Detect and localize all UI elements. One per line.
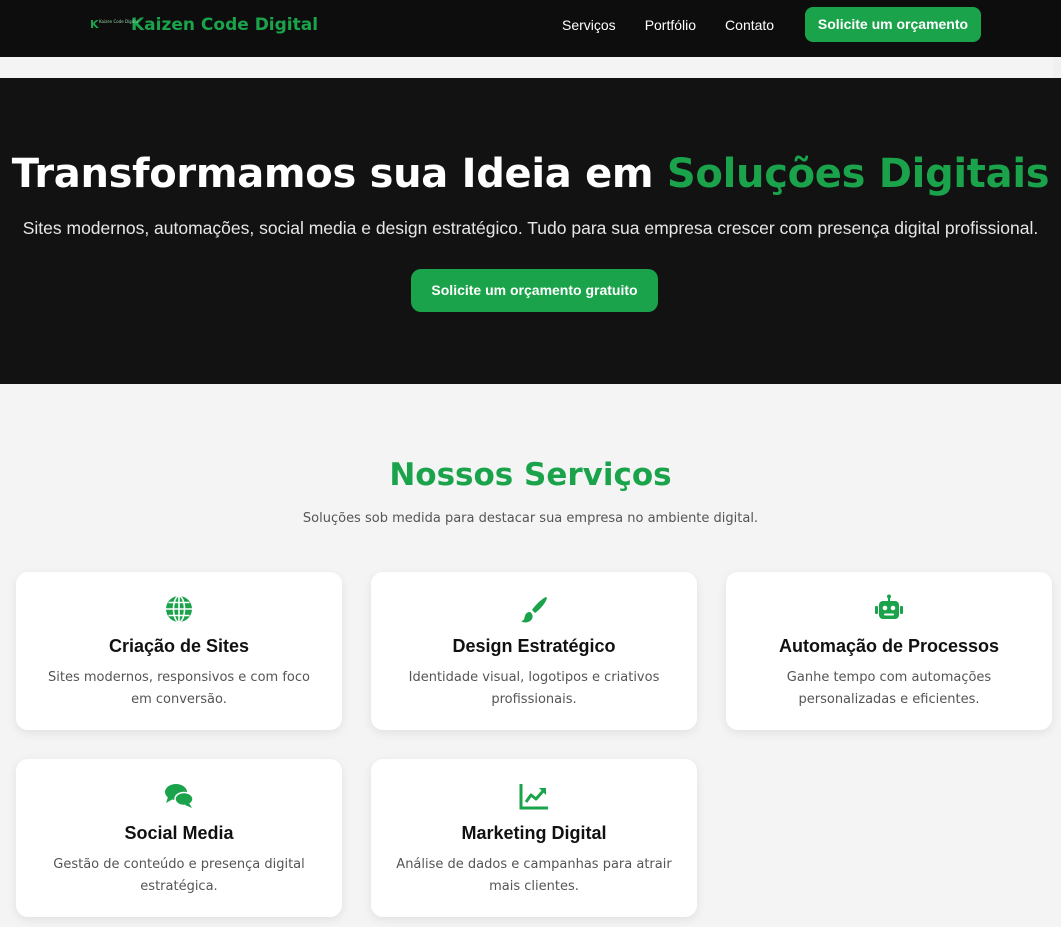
card-title: Criação de Sites bbox=[108, 636, 250, 656]
card-title: Marketing Digital bbox=[461, 823, 607, 843]
services-subtitle: Soluções sob medida para destacar sua em… bbox=[302, 511, 759, 526]
comments-icon bbox=[164, 781, 194, 811]
card-description: Sites modernos, responsivos e com foco e… bbox=[48, 670, 310, 707]
hero-title-highlight: Soluções Digitais bbox=[666, 151, 1050, 197]
card-title: Automação de Processos bbox=[778, 636, 1000, 656]
service-card-design[interactable]: Design Estratégico Identidade visual, lo… bbox=[371, 572, 697, 730]
logo-link[interactable]: K Kaizen Code Digital Kaizen Code Digita… bbox=[90, 14, 318, 36]
globe-icon bbox=[164, 594, 194, 624]
card-description: Ganhe tempo com automações personalizada… bbox=[786, 670, 992, 707]
paintbrush-icon bbox=[519, 594, 549, 624]
card-description: Gestão de conteúdo e presença digital es… bbox=[53, 857, 305, 894]
service-card-social[interactable]: Social Media Gestão de conteúdo e presen… bbox=[16, 759, 342, 917]
card-title: Social Media bbox=[124, 823, 234, 843]
card-description: Análise de dados e campanhas para atrair… bbox=[396, 857, 672, 894]
service-card-sites[interactable]: Criação de Sites Sites modernos, respons… bbox=[16, 572, 342, 730]
service-card-marketing[interactable]: Marketing Digital Análise de dados e cam… bbox=[371, 759, 697, 917]
hero-quote-button[interactable]: Solicite um orçamento gratuito bbox=[411, 269, 658, 312]
chart-line-icon bbox=[519, 781, 549, 811]
navbar: K Kaizen Code Digital Kaizen Code Digita… bbox=[0, 0, 1061, 57]
card-title: Design Estratégico bbox=[452, 636, 616, 656]
nav-link-contato[interactable]: Contato bbox=[725, 17, 774, 33]
services-title: Nossos Serviços bbox=[389, 457, 672, 493]
logo-mark-text: Kaizen Code Digital bbox=[99, 19, 138, 24]
nav-link-portfolio[interactable]: Portfólio bbox=[645, 17, 696, 33]
card-description: Identidade visual, logotipos e criativos… bbox=[408, 670, 660, 707]
nav-link-servicos[interactable]: Serviços bbox=[562, 17, 616, 33]
hero-section: Transformamos sua Ideia em Soluções Digi… bbox=[0, 78, 1061, 384]
scrollbar[interactable] bbox=[1053, 57, 1061, 78]
logo-mark: K Kaizen Code Digital bbox=[90, 18, 138, 32]
hero-title-main: Transformamos sua Ideia em bbox=[11, 151, 667, 197]
hero-title: Transformamos sua Ideia em Soluções Digi… bbox=[0, 151, 1061, 197]
hero-subtitle: Sites modernos, automações, social media… bbox=[22, 218, 1039, 238]
brand-name: Kaizen Code Digital bbox=[131, 15, 319, 35]
service-card-automation[interactable]: Automação de Processos Ganhe tempo com a… bbox=[726, 572, 1052, 730]
logo-mark-letter: K bbox=[90, 18, 99, 31]
nav-quote-button[interactable]: Solicite um orçamento bbox=[805, 7, 981, 42]
robot-icon bbox=[874, 594, 904, 624]
nav-links: Serviços Portfólio Contato bbox=[562, 17, 803, 33]
